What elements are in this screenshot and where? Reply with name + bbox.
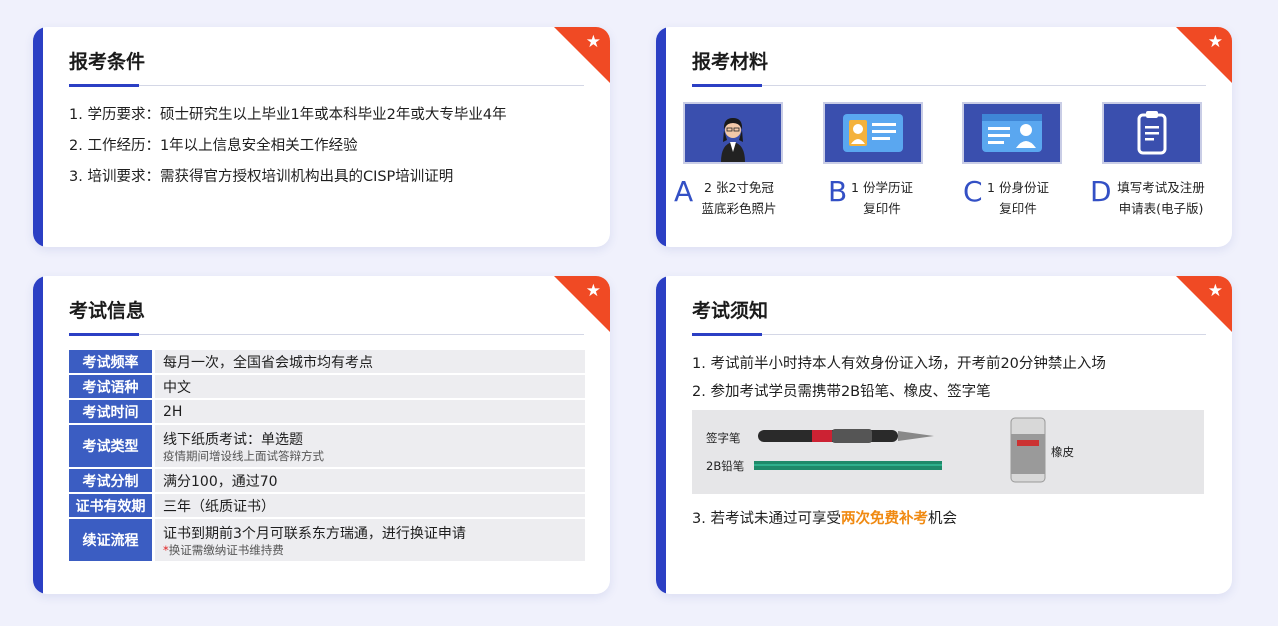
material-label: 1 份身份证 复印件	[987, 180, 1049, 216]
notice-list-3: 3. 若考试未通过可享受两次免费补考机会	[692, 504, 957, 535]
row-value: 2H	[155, 400, 585, 423]
row-value: 每月一次，全国省会城市均有考点	[155, 350, 585, 373]
list-item: 1. 学历要求：硕士研究生以上毕业1年或本科毕业2年或大专毕业4年	[69, 107, 507, 123]
material-letter: D	[1090, 175, 1112, 208]
notice-card: ★ 考试须知 1. 考试前半小时持本人有效身份证入场，开考前20分钟禁止入场 2…	[656, 276, 1232, 594]
list-item: 3. 培训要求：需获得官方授权培训机构出具的CISP培训证明	[69, 169, 454, 185]
row-key: 考试分制	[69, 469, 155, 492]
table-row: 续证流程 证书到期前3个月可联系东方瑞通，进行换证申请 *换证需缴纳证书维持费	[69, 519, 585, 561]
row-key: 证书有效期	[69, 494, 155, 517]
pencil-label: 2B铅笔	[706, 459, 745, 473]
conditions-card: ★ 报考条件 1. 学历要求：硕士研究生以上毕业1年或本科毕业2年或大专毕业4年…	[33, 27, 610, 247]
accent-bar	[656, 27, 666, 247]
title-divider	[69, 333, 584, 336]
diploma-card-icon	[823, 102, 923, 164]
id-card-icon	[962, 102, 1062, 164]
row-value: 满分100，通过70	[155, 469, 585, 492]
corner-ribbon	[1176, 27, 1232, 83]
pen-label: 签字笔	[706, 431, 741, 445]
material-label: 填写考试及注册 申请表(电子版)	[1117, 180, 1205, 216]
accent-bar	[33, 276, 43, 594]
materials-card: ★ 报考材料 A 2 张2寸免冠 蓝底彩色照片 B 1 份学历证 复印件 C 1…	[656, 27, 1232, 247]
corner-ribbon	[554, 27, 610, 83]
title-divider	[692, 333, 1206, 336]
table-row: 考试语种 中文	[69, 375, 585, 398]
table-row: 考试频率 每月一次，全国省会城市均有考点	[69, 350, 585, 373]
star-icon: ★	[1207, 281, 1223, 301]
card-title: 考试须知	[692, 300, 769, 322]
eraser-icon	[1010, 417, 1046, 483]
card-title: 报考条件	[69, 51, 146, 73]
conditions-list: 1. 学历要求：硕士研究生以上毕业1年或本科毕业2年或大专毕业4年 2. 工作经…	[69, 100, 507, 193]
table-row: 证书有效期 三年（纸质证书）	[69, 494, 585, 517]
stationery-photo: 签字笔 2B铅笔 橡皮	[692, 410, 1204, 494]
star-icon: ★	[1207, 32, 1223, 52]
row-value: 线下纸质考试：单选题 疫情期间增设线上面试答辩方式	[155, 425, 585, 467]
clipboard-icon	[1102, 102, 1202, 164]
highlight-text: 两次免费补考	[840, 511, 928, 527]
material-letter: C	[963, 175, 983, 208]
row-note: 疫情期间增设线上面试答辩方式	[163, 449, 324, 463]
star-icon: ★	[585, 32, 601, 52]
card-title: 报考材料	[692, 51, 769, 73]
material-label: 1 份学历证 复印件	[851, 180, 913, 216]
row-key: 考试类型	[69, 425, 155, 467]
row-key: 考试语种	[69, 375, 155, 398]
corner-ribbon	[554, 276, 610, 332]
row-value: 三年（纸质证书）	[155, 494, 585, 517]
row-key: 续证流程	[69, 519, 155, 561]
row-note: *换证需缴纳证书维持费	[163, 543, 284, 557]
star-icon: ★	[585, 281, 601, 301]
list-item: 2. 参加考试学员需携带2B铅笔、橡皮、签字笔	[692, 384, 991, 400]
accent-bar	[33, 27, 43, 247]
eraser-label: 橡皮	[1051, 445, 1074, 459]
material-letter: B	[828, 175, 848, 208]
card-title: 考试信息	[69, 300, 146, 322]
material-label: 2 张2寸免冠 蓝底彩色照片	[701, 180, 777, 216]
pen-pencil-icon	[754, 429, 942, 470]
exam-info-card: ★ 考试信息 考试频率 每月一次，全国省会城市均有考点 考试语种 中文 考试时间…	[33, 276, 610, 594]
corner-ribbon	[1176, 276, 1232, 332]
row-value: 中文	[155, 375, 585, 398]
list-item: 1. 考试前半小时持本人有效身份证入场，开考前20分钟禁止入场	[692, 356, 1106, 372]
exam-info-table: 考试频率 每月一次，全国省会城市均有考点 考试语种 中文 考试时间 2H 考试类…	[69, 348, 585, 563]
list-item: 3. 若考试未通过可享受两次免费补考机会	[692, 511, 957, 527]
notice-list: 1. 考试前半小时持本人有效身份证入场，开考前20分钟禁止入场 2. 参加考试学…	[692, 350, 1106, 406]
row-key: 考试时间	[69, 400, 155, 423]
row-key: 考试频率	[69, 350, 155, 373]
row-value: 证书到期前3个月可联系东方瑞通，进行换证申请 *换证需缴纳证书维持费	[155, 519, 585, 561]
table-row: 考试类型 线下纸质考试：单选题 疫情期间增设线上面试答辩方式	[69, 425, 585, 467]
table-row: 考试时间 2H	[69, 400, 585, 423]
accent-bar	[656, 276, 666, 594]
table-row: 考试分制 满分100，通过70	[69, 469, 585, 492]
title-divider	[69, 84, 584, 87]
title-divider	[692, 84, 1206, 87]
list-item: 2. 工作经历：1年以上信息安全相关工作经验	[69, 138, 358, 154]
material-letter: A	[674, 175, 694, 208]
person-photo-icon	[683, 102, 783, 164]
